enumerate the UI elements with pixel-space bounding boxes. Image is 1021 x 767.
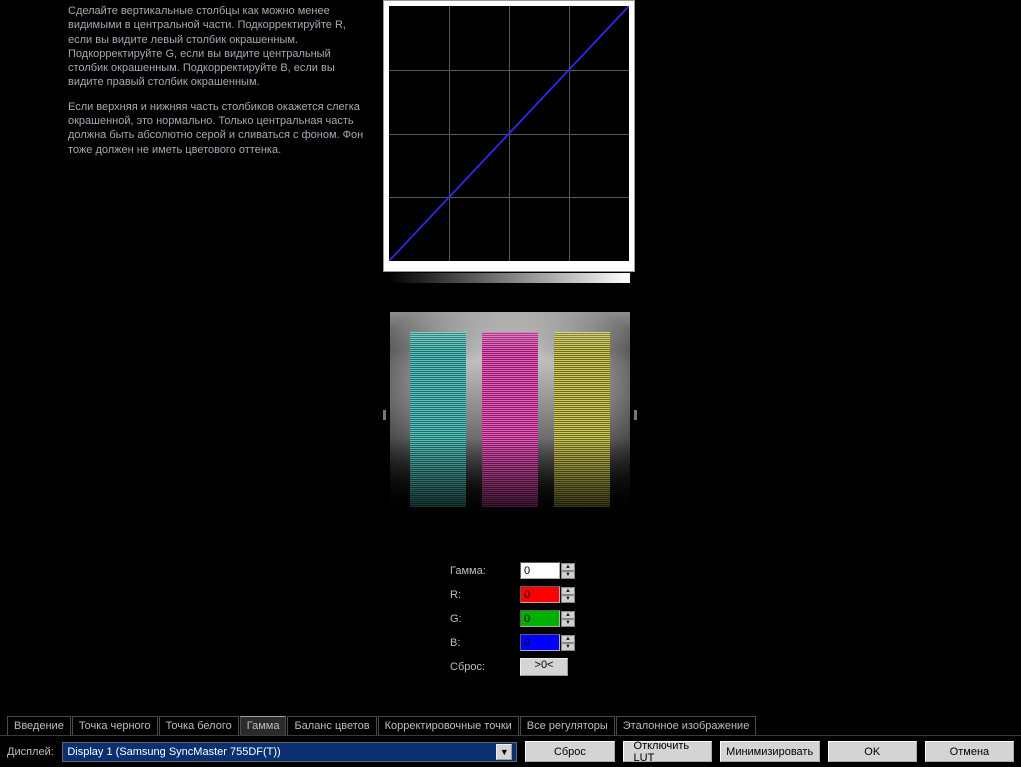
tab-гамма[interactable]: Гамма: [240, 716, 287, 735]
g-input[interactable]: [520, 610, 560, 627]
g-spinner[interactable]: ▲▼: [561, 611, 575, 627]
chevron-down-icon[interactable]: ▼: [496, 744, 512, 760]
instruction-p1: Сделайте вертикальные столбцы как можно …: [68, 4, 373, 90]
r-label: R:: [450, 589, 520, 601]
tab-введение[interactable]: Введение: [7, 716, 71, 735]
gamma-test-pattern: [390, 312, 630, 522]
marker-left: [383, 410, 386, 420]
spin-down-icon[interactable]: ▼: [561, 619, 575, 627]
marker-right: [634, 410, 637, 420]
test-bar-g: [482, 332, 538, 507]
disable-lut-button[interactable]: Отключить LUT: [623, 741, 712, 762]
ok-button[interactable]: OK: [828, 741, 917, 762]
reset-all-button[interactable]: Сброс: [525, 741, 614, 762]
tab-эталонное-изображение[interactable]: Эталонное изображение: [616, 716, 757, 735]
gamma-curve-plot[interactable]: [389, 6, 629, 261]
spin-up-icon[interactable]: ▲: [561, 563, 575, 571]
tab-bar: ВведениеТочка черногоТочка белогоГаммаБа…: [7, 716, 757, 735]
display-select[interactable]: Display 1 (Samsung SyncMaster 755DF(T)) …: [62, 742, 517, 762]
b-spinner[interactable]: ▲▼: [561, 635, 575, 651]
spin-up-icon[interactable]: ▲: [561, 611, 575, 619]
reset-button[interactable]: >0<: [520, 658, 568, 676]
spin-up-icon[interactable]: ▲: [561, 587, 575, 595]
g-label: G:: [450, 613, 520, 625]
spin-down-icon[interactable]: ▼: [561, 571, 575, 579]
display-selected-text: Display 1 (Samsung SyncMaster 755DF(T)): [67, 746, 280, 758]
tab-точка-черного[interactable]: Точка черного: [72, 716, 158, 735]
gamma-label: Гамма:: [450, 565, 520, 577]
curve-line-icon: [389, 6, 629, 261]
instructions-text: Сделайте вертикальные столбцы как можно …: [68, 4, 373, 167]
tab-баланс-цветов[interactable]: Баланс цветов: [287, 716, 376, 735]
r-input[interactable]: [520, 586, 560, 603]
instruction-p2: Если верхняя и нижняя часть столбиков ок…: [68, 100, 373, 157]
b-input[interactable]: [520, 634, 560, 651]
test-bar-r: [410, 332, 466, 507]
r-spinner[interactable]: ▲▼: [561, 587, 575, 603]
b-label: B:: [450, 637, 520, 649]
tab-точка-белого[interactable]: Точка белого: [159, 716, 239, 735]
spin-down-icon[interactable]: ▼: [561, 643, 575, 651]
spin-up-icon[interactable]: ▲: [561, 635, 575, 643]
tab-корректировочные-точки[interactable]: Корректировочные точки: [378, 716, 519, 735]
tab-все-регуляторы[interactable]: Все регуляторы: [520, 716, 615, 735]
gamma-spinner[interactable]: ▲▼: [561, 563, 575, 579]
bottom-bar: Дисплей: Display 1 (Samsung SyncMaster 7…: [0, 735, 1021, 767]
gradient-ramp: [388, 273, 630, 283]
gamma-curve-panel: [383, 0, 635, 272]
spin-down-icon[interactable]: ▼: [561, 595, 575, 603]
gamma-controls: Гамма: ▲▼ R: ▲▼ G: ▲▼ B: ▲▼ Сброс: >0<: [450, 562, 630, 683]
display-label: Дисплей:: [7, 746, 54, 758]
minimize-button[interactable]: Минимизировать: [720, 741, 820, 762]
gamma-input[interactable]: [520, 562, 560, 579]
reset-label: Сброс:: [450, 661, 520, 673]
cancel-button[interactable]: Отмена: [925, 741, 1014, 762]
test-bar-b: [554, 332, 610, 507]
